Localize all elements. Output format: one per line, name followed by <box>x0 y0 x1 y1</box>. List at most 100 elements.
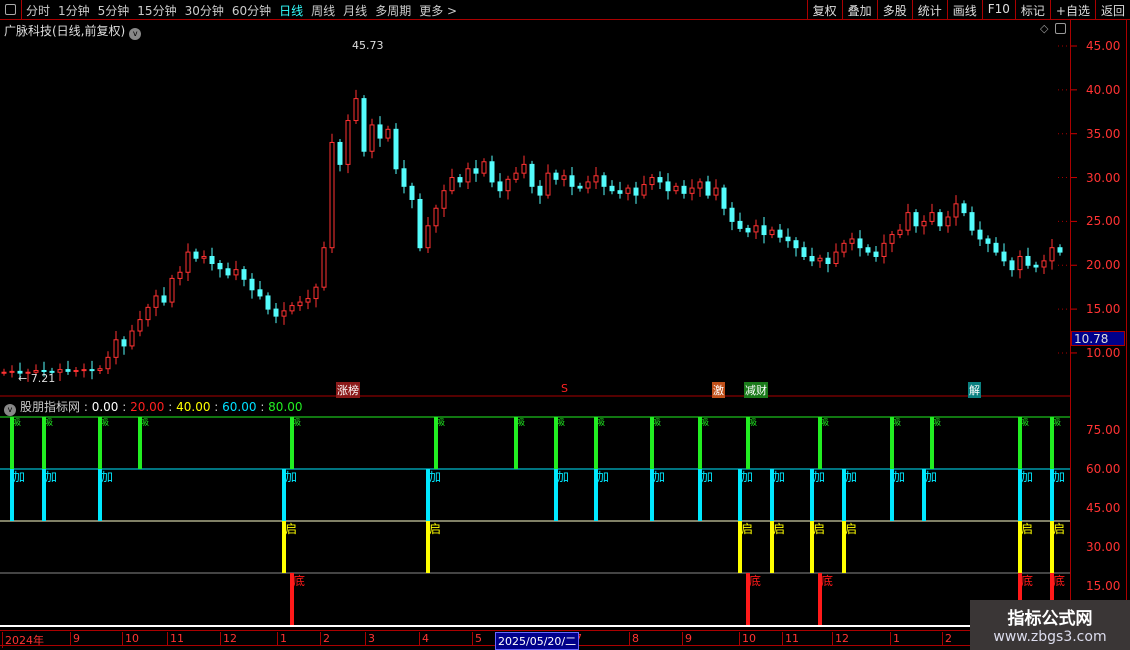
time-label: 9 <box>70 632 80 645</box>
candle-body <box>993 242 999 253</box>
chevron-down-icon[interactable]: v <box>4 404 16 416</box>
signal-label: 加 <box>45 470 57 484</box>
candle-body <box>833 251 839 264</box>
candle-body <box>105 356 111 370</box>
time-label: 2024年 <box>2 632 44 648</box>
signal-label: 加 <box>557 470 569 484</box>
candle-body <box>97 368 103 371</box>
event-tag[interactable]: 涨榜 <box>336 382 360 398</box>
candle-body <box>825 257 831 264</box>
candle-body <box>601 175 607 187</box>
time-label: 2 <box>320 632 330 645</box>
candle-body <box>9 370 15 373</box>
candle-body <box>617 190 623 194</box>
time-label: 11 <box>782 632 799 645</box>
price-axis-label: 35.00 <box>1086 126 1121 141</box>
candle-body <box>481 161 487 174</box>
candle-body <box>1017 255 1023 271</box>
candle-body <box>849 238 855 244</box>
candle-body <box>1057 247 1063 253</box>
candle-body <box>145 306 151 321</box>
candle-body <box>785 236 791 242</box>
event-tag[interactable]: 激 <box>712 382 725 398</box>
signal-label: 吸 <box>1021 418 1029 427</box>
candle-body <box>545 172 551 196</box>
candle-body <box>729 207 735 222</box>
candle-body <box>177 271 183 279</box>
candle-body <box>489 161 495 183</box>
candle-body <box>753 225 759 233</box>
candle-body <box>505 178 511 192</box>
candle-body <box>1049 247 1055 262</box>
signal-label: 加 <box>653 470 665 484</box>
signal-label: 底 <box>821 573 833 588</box>
candle-body <box>305 298 311 303</box>
signal-label: 加 <box>701 470 713 484</box>
candle-body <box>745 227 751 233</box>
candle-body <box>969 212 975 231</box>
indicator-axis-label: 30.00 <box>1086 540 1121 554</box>
candle-body <box>129 330 135 347</box>
signal-label: 吸 <box>597 418 605 427</box>
candle-body <box>353 98 359 122</box>
candle-body <box>521 163 527 174</box>
candle-body <box>361 98 367 152</box>
candle-body <box>393 128 399 170</box>
candle-body <box>193 251 199 259</box>
signal-label: 启 <box>741 522 753 536</box>
candle-body <box>297 301 303 307</box>
signal-label: 加 <box>285 470 297 484</box>
signal-label: 吸 <box>101 418 109 427</box>
candle-body <box>185 251 191 273</box>
indicator-value: 60.00 <box>222 400 257 414</box>
candle-body <box>209 255 215 264</box>
time-label: 5 <box>472 632 482 645</box>
candle-body <box>529 163 535 187</box>
candle-body <box>449 177 455 192</box>
max-price-label: 45.73 <box>352 39 384 52</box>
price-axis-label: 25.00 <box>1086 214 1121 229</box>
price-axis-label: 15.00 <box>1086 302 1121 317</box>
time-label: 1 <box>890 632 900 645</box>
candle-body <box>961 203 967 214</box>
candle-body <box>817 257 823 262</box>
signal-label: 吸 <box>293 418 301 427</box>
candle-body <box>977 229 983 240</box>
signal-label: 启 <box>285 522 297 536</box>
event-tag[interactable]: S <box>560 382 569 395</box>
time-label: 12 <box>832 632 849 645</box>
candle-body <box>897 229 903 236</box>
price-axis-label: 30.00 <box>1086 170 1121 185</box>
signal-label: 吸 <box>821 418 829 427</box>
candle-body <box>473 168 479 174</box>
candle-body <box>89 369 95 372</box>
candle-body <box>281 310 287 317</box>
signal-label: 加 <box>925 470 937 484</box>
candle-body <box>705 181 711 196</box>
event-tag[interactable]: 减财 <box>744 382 768 398</box>
candle-body <box>665 181 671 192</box>
sep: : <box>256 400 269 414</box>
time-label: 12 <box>220 632 237 645</box>
candle-body <box>809 255 815 262</box>
sep: : <box>164 400 177 414</box>
candle-body <box>777 229 783 238</box>
candle-body <box>921 220 927 227</box>
candle-body <box>737 220 743 229</box>
signal-label: 加 <box>813 470 825 484</box>
signal-label: 底 <box>293 573 305 588</box>
candle-body <box>793 240 799 249</box>
candle-body <box>905 212 911 231</box>
candle-body <box>913 212 919 227</box>
candle-body <box>225 268 231 276</box>
candle-body <box>249 278 255 291</box>
signal-label: 吸 <box>653 418 661 427</box>
signal-label: 启 <box>1053 522 1065 536</box>
candle-body <box>673 185 679 192</box>
candle-body <box>441 190 447 209</box>
event-tag[interactable]: 解 <box>968 382 981 398</box>
candle-body <box>593 175 599 183</box>
signal-label: 底 <box>1021 573 1033 588</box>
signal-label: 吸 <box>517 418 525 427</box>
candle-body <box>369 124 375 152</box>
